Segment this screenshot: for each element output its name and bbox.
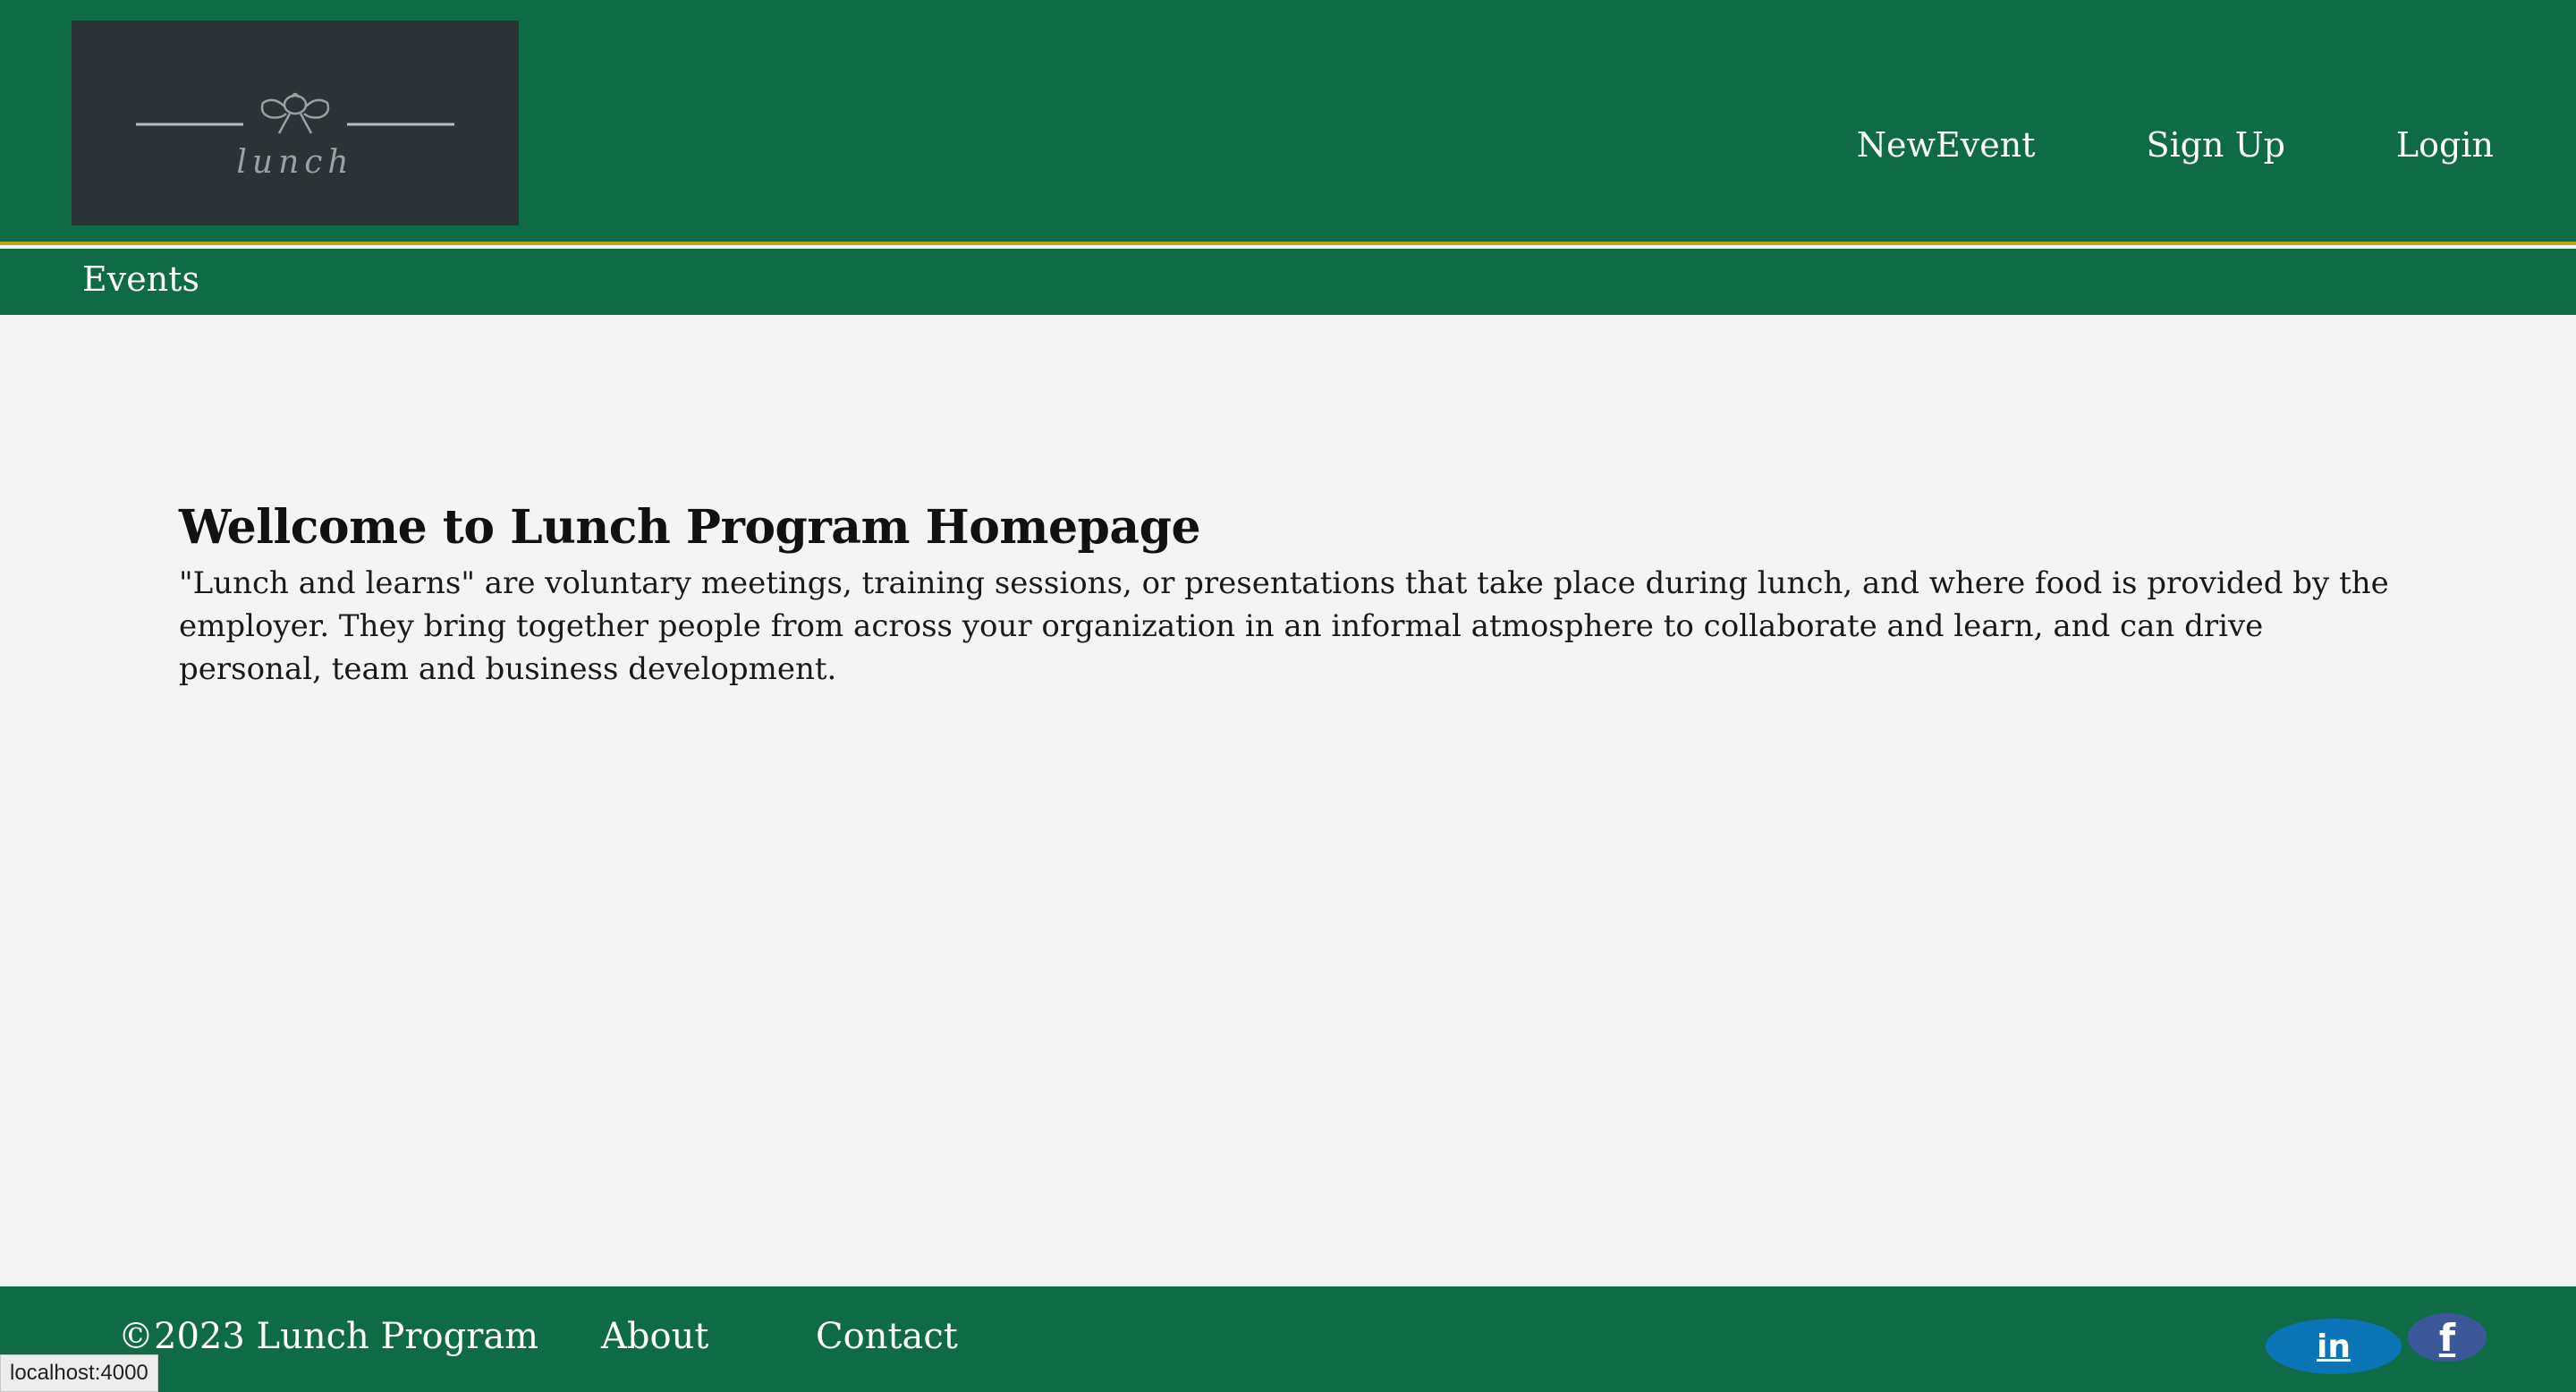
lunch-logo-icon — [136, 92, 454, 134]
nav-new-event-link[interactable]: NewEvent — [1857, 115, 2036, 175]
site-header: lunch NewEvent Sign Up Login — [0, 0, 2576, 245]
top-nav: NewEvent Sign Up Login — [1857, 115, 2494, 175]
logo-text: lunch — [236, 144, 354, 181]
linkedin-label: in — [2317, 1328, 2351, 1365]
nav-login-link[interactable]: Login — [2396, 115, 2494, 175]
page-title: Wellcome to Lunch Program Homepage — [179, 500, 1201, 555]
footer-about-link[interactable]: About — [601, 1310, 708, 1363]
linkedin-icon[interactable]: in — [2266, 1319, 2402, 1374]
browser-status-url: localhost:4000 — [0, 1354, 158, 1392]
facebook-icon[interactable]: f — [2408, 1313, 2487, 1362]
footer-contact-link[interactable]: Contact — [816, 1310, 958, 1363]
page: lunch NewEvent Sign Up Login Events Well… — [0, 0, 2576, 1392]
site-footer: ©2023 Lunch Program About Contact in f — [0, 1286, 2576, 1392]
facebook-label: f — [2438, 1315, 2456, 1360]
nav-events-link[interactable]: Events — [82, 252, 199, 306]
secondary-nav: Events — [0, 249, 2576, 315]
site-logo[interactable]: lunch — [72, 21, 519, 225]
intro-paragraph: "Lunch and learns" are voluntary meeting… — [179, 565, 2389, 687]
main-content: Wellcome to Lunch Program Homepage "Lunc… — [179, 494, 2415, 691]
nav-sign-up-link[interactable]: Sign Up — [2147, 115, 2285, 175]
copyright-text: ©2023 Lunch Program — [118, 1316, 539, 1357]
